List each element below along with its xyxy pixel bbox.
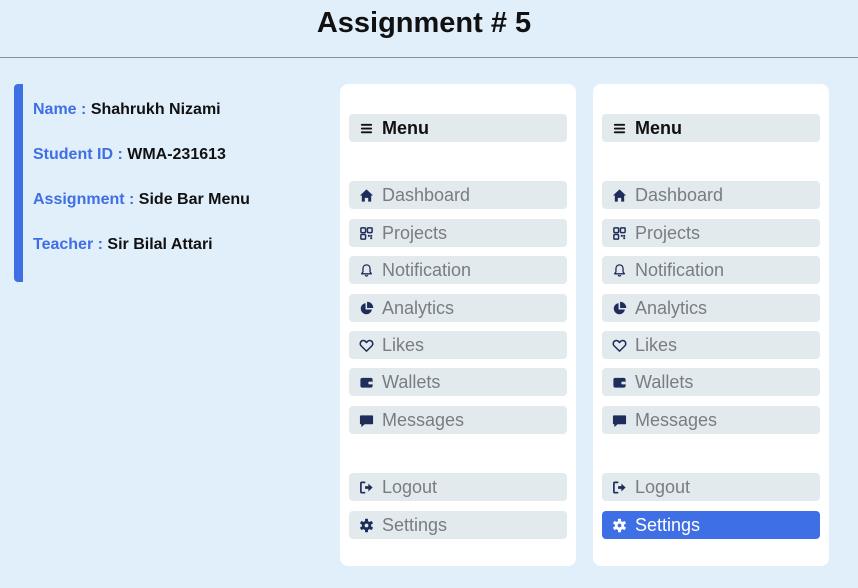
page: Assignment # 5 Name : Shahrukh Nizami St…: [0, 0, 858, 588]
pie-chart-icon: [611, 300, 627, 316]
sidebar-item-settings[interactable]: Settings: [349, 511, 567, 539]
sidebar-item-projects[interactable]: Projects: [602, 219, 820, 247]
sidebar-item-messages[interactable]: Messages: [602, 406, 820, 434]
pie-chart-icon: [358, 300, 374, 316]
sidebar-item-label: Projects: [382, 222, 448, 243]
info-teacher-value: Sir Bilal Attari: [107, 236, 213, 253]
menu-header-label: Menu: [635, 117, 682, 138]
sidebar-item-wallets[interactable]: Wallets: [602, 368, 820, 396]
sidebar-item-label: Messages: [382, 409, 465, 430]
heart-icon: [358, 337, 374, 353]
bell-icon: [358, 262, 374, 278]
menu-header-label: Menu: [382, 117, 429, 138]
menu-header[interactable]: Menu: [602, 114, 820, 142]
info-row-assignment: Assignment : Side Bar Menu: [33, 191, 250, 209]
sidebar-item-label: Settings: [635, 514, 701, 535]
logout-icon: [358, 479, 374, 495]
gear-icon: [611, 517, 627, 533]
sidebar-item-label: Notification: [635, 259, 725, 280]
house-icon: [611, 187, 627, 203]
sidebar-item-notification[interactable]: Notification: [602, 256, 820, 284]
page-title: Assignment # 5: [316, 7, 532, 39]
sidebar-item-label: Wallets: [382, 371, 441, 392]
sidebar-item-logout[interactable]: Logout: [349, 473, 567, 501]
message-icon: [358, 412, 374, 428]
info-student-id-label: Student ID :: [33, 146, 123, 163]
grid-icon: [358, 225, 374, 241]
bars-icon: [611, 120, 627, 136]
sidebar-item-dashboard[interactable]: Dashboard: [349, 181, 567, 209]
sidebar-item-dashboard[interactable]: Dashboard: [602, 181, 820, 209]
info-student-id-value: WMA-231613: [127, 146, 226, 163]
info-name-value: Shahrukh Nizami: [90, 101, 221, 118]
sidebar-item-likes[interactable]: Likes: [602, 331, 820, 359]
page-header: Assignment # 5: [0, 0, 858, 58]
sidebar-item-likes[interactable]: Likes: [349, 331, 567, 359]
sidebar-item-messages[interactable]: Messages: [349, 406, 567, 434]
sidebar-item-label: Messages: [635, 409, 718, 430]
message-icon: [611, 412, 627, 428]
sidebar-item-label: Notification: [382, 259, 472, 280]
sidebar-item-label: Projects: [635, 222, 701, 243]
sidebar-item-label: Likes: [635, 334, 678, 355]
sidebar-item-logout[interactable]: Logout: [602, 473, 820, 501]
house-icon: [358, 187, 374, 203]
sidebar-item-label: Settings: [382, 514, 448, 535]
info-row-student-id: Student ID : WMA-231613: [33, 146, 226, 164]
sidebar-item-label: Analytics: [635, 297, 708, 318]
grid-icon: [611, 225, 627, 241]
logout-icon: [611, 479, 627, 495]
info-teacher-label: Teacher :: [33, 236, 103, 253]
wallet-icon: [611, 374, 627, 390]
sidebar-item-label: Dashboard: [382, 184, 471, 205]
info-name-label: Name :: [33, 101, 87, 118]
sidebar-item-label: Likes: [382, 334, 425, 355]
bell-icon: [611, 262, 627, 278]
sidebar-item-settings[interactable]: Settings: [602, 511, 820, 539]
sidebar-menu-active: Menu Dashboard Projects Notification Analyti…: [593, 84, 829, 566]
sidebar-item-label: Analytics: [382, 297, 455, 318]
info-row-name: Name : Shahrukh Nizami: [33, 101, 221, 119]
info-row-teacher: Teacher : Sir Bilal Attari: [33, 236, 213, 254]
sidebar-item-label: Dashboard: [635, 184, 724, 205]
bars-icon: [358, 120, 374, 136]
info-assignment-label: Assignment :: [33, 191, 135, 208]
gear-icon: [358, 517, 374, 533]
wallet-icon: [358, 374, 374, 390]
sidebar-item-label: Logout: [382, 476, 438, 497]
sidebar-item-analytics[interactable]: Analytics: [349, 294, 567, 322]
heart-icon: [611, 337, 627, 353]
sidebar-menu-default: Menu Dashboard Projects Notification Analyti…: [340, 84, 576, 566]
sidebar-item-label: Wallets: [635, 371, 694, 392]
sidebar-item-label: Logout: [635, 476, 691, 497]
sidebar-item-projects[interactable]: Projects: [349, 219, 567, 247]
menu-header[interactable]: Menu: [349, 114, 567, 142]
info-assignment-value: Side Bar Menu: [138, 191, 250, 208]
student-info-card: Name : Shahrukh Nizami Student ID : WMA-…: [14, 84, 314, 282]
sidebar-item-analytics[interactable]: Analytics: [602, 294, 820, 322]
sidebar-item-notification[interactable]: Notification: [349, 256, 567, 284]
sidebar-item-wallets[interactable]: Wallets: [349, 368, 567, 396]
